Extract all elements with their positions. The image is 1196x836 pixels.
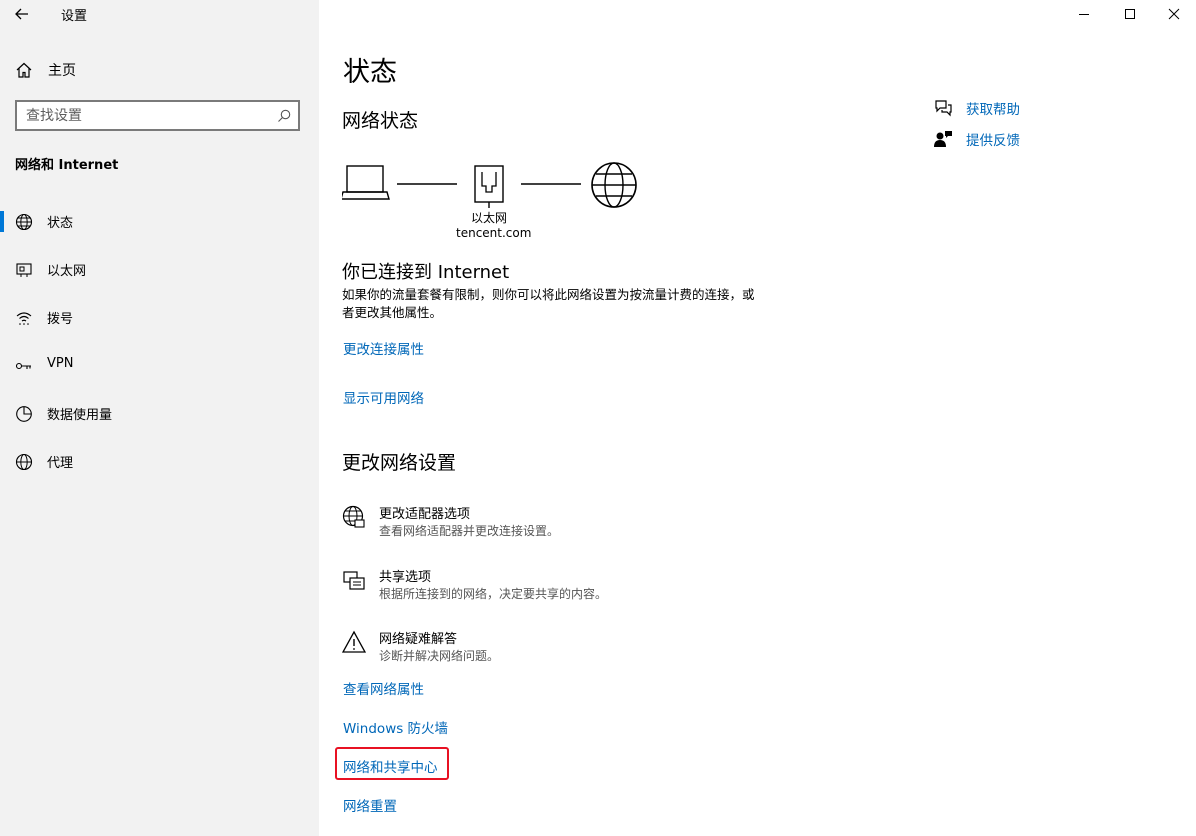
search-input[interactable]	[17, 102, 270, 129]
globe-status-icon	[15, 213, 33, 231]
main-content: 状态 网络状态 以太网 tencent.com 你已连接到 Internet 如…	[319, 0, 1196, 836]
change-settings-heading: 更改网络设置	[342, 452, 457, 474]
feedback-label: 提供反馈	[966, 133, 1020, 149]
proxy-globe-icon	[15, 453, 33, 471]
sidebar-item-data-usage[interactable]: 数据使用量	[0, 393, 319, 433]
search-icon	[278, 109, 291, 122]
vpn-icon	[15, 362, 31, 370]
sidebar-item-label: 拨号	[47, 312, 74, 327]
search-box	[15, 100, 300, 131]
network-name-label: tencent.com	[456, 226, 532, 240]
network-reset-link[interactable]: 网络重置	[343, 795, 397, 815]
sidebar-item-ethernet[interactable]: 以太网	[0, 249, 319, 289]
option-subtitle: 查看网络适配器并更改连接设置。	[379, 524, 560, 538]
sharing-options-item[interactable]: 共享选项 根据所连接到的网络，决定要共享的内容。	[342, 566, 762, 610]
feedback-icon	[934, 131, 952, 147]
option-subtitle: 根据所连接到的网络，决定要共享的内容。	[379, 587, 608, 601]
sidebar-item-label: 数据使用量	[47, 408, 113, 423]
sidebar-item-label: 状态	[47, 216, 74, 231]
search-button[interactable]	[270, 102, 298, 129]
section-title: 网络和 Internet	[15, 158, 119, 173]
adapter-name-label: 以太网	[471, 211, 508, 225]
highlight-box	[335, 747, 449, 780]
sidebar-item-status[interactable]: 状态	[0, 201, 319, 241]
selected-indicator	[0, 211, 4, 232]
sidebar: 设置 主页 网络和 Internet 状态 以太网	[0, 0, 319, 836]
computer-icon	[342, 165, 390, 200]
dialup-icon	[16, 312, 32, 325]
back-button[interactable]	[10, 2, 34, 26]
sidebar-item-label: VPN	[47, 356, 74, 371]
show-available-networks-link[interactable]: 显示可用网络	[343, 387, 424, 407]
sharing-icon	[343, 571, 365, 590]
data-usage-icon	[16, 406, 32, 422]
change-connection-properties-link[interactable]: 更改连接属性	[343, 338, 424, 358]
windows-firewall-link[interactable]: Windows 防火墙	[343, 717, 448, 737]
internet-globe-icon	[591, 162, 637, 208]
adapter-globe-icon	[342, 505, 365, 528]
sidebar-item-label: 代理	[47, 456, 74, 471]
sidebar-item-label: 以太网	[47, 264, 87, 279]
sidebar-item-vpn[interactable]: VPN	[0, 345, 319, 385]
back-arrow-icon	[15, 8, 28, 20]
warning-icon	[342, 630, 366, 653]
sidebar-item-dialup[interactable]: 拨号	[0, 297, 319, 337]
get-help-label: 获取帮助	[966, 102, 1020, 118]
app-title: 设置	[61, 9, 88, 24]
connected-title: 你已连接到 Internet	[342, 262, 510, 283]
home-nav[interactable]: 主页	[15, 58, 76, 82]
home-icon	[16, 62, 32, 78]
home-label: 主页	[48, 63, 76, 79]
option-title: 网络疑难解答	[379, 632, 458, 647]
troubleshoot-item[interactable]: 网络疑难解答 诊断并解决网络问题。	[342, 628, 762, 672]
ethernet-icon	[16, 263, 32, 277]
ethernet-port-icon	[474, 165, 504, 208]
option-title: 更改适配器选项	[379, 507, 471, 522]
page-title: 状态	[343, 57, 397, 88]
option-subtitle: 诊断并解决网络问题。	[379, 649, 500, 663]
network-status-heading: 网络状态	[342, 110, 419, 132]
chat-help-icon	[935, 100, 952, 117]
connected-description: 如果你的流量套餐有限制，则你可以将此网络设置为按流量计费的连接，或者更改其他属性…	[342, 287, 755, 320]
view-network-properties-link[interactable]: 查看网络属性	[343, 678, 424, 698]
sidebar-item-proxy[interactable]: 代理	[0, 441, 319, 481]
option-title: 共享选项	[379, 570, 432, 585]
adapter-options-item[interactable]: 更改适配器选项 查看网络适配器并更改连接设置。	[342, 503, 762, 547]
